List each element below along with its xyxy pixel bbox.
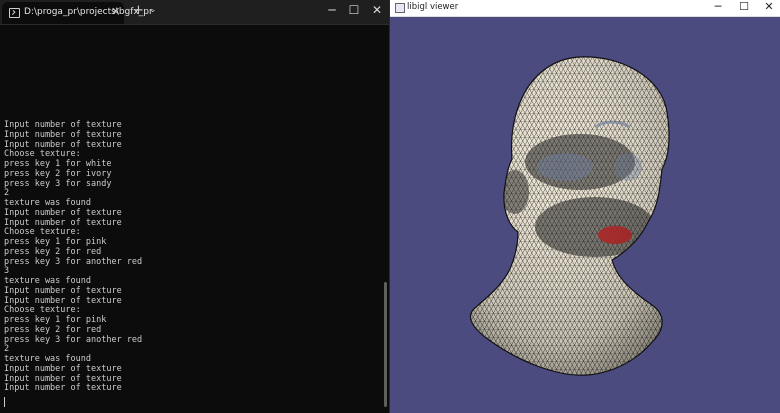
window-title: libigl viewer <box>407 2 459 12</box>
libigl-viewer-window: libigl viewer ─ ☐ ✕ <box>389 0 780 413</box>
chevron-down-icon[interactable]: ⌄ <box>149 5 157 15</box>
maximize-button[interactable]: ☐ <box>737 0 751 13</box>
minimize-button[interactable]: ─ <box>711 0 725 13</box>
terminal-window: D:\proga_pr\projects\bgfx_pr ✕ + ⌄ ─ ☐ ✕… <box>0 0 389 413</box>
maximize-button[interactable]: ☐ <box>347 3 361 17</box>
close-button[interactable]: ✕ <box>762 0 776 13</box>
minimize-button[interactable]: ─ <box>325 3 339 17</box>
terminal-line: press key 3 for another red <box>4 256 143 267</box>
viewer-titlebar[interactable]: libigl viewer ─ ☐ ✕ <box>390 0 780 17</box>
scrollbar[interactable] <box>384 282 387 407</box>
new-tab-button[interactable]: + <box>133 3 144 18</box>
terminal-line: press key 3 for sandy <box>4 178 112 189</box>
terminal-line: Input number of texture <box>4 383 122 394</box>
terminal-output[interactable]: Input number of texture Input number of t… <box>4 120 384 394</box>
text-cursor <box>4 397 5 407</box>
tab-close-icon[interactable]: ✕ <box>111 5 120 18</box>
terminal-line: press key 3 for another red <box>4 334 143 345</box>
head-mesh <box>470 56 670 376</box>
terminal-icon <box>9 8 20 18</box>
close-button[interactable]: ✕ <box>370 3 384 17</box>
terminal-titlebar[interactable]: D:\proga_pr\projects\bgfx_pr ✕ + ⌄ ─ ☐ ✕ <box>0 0 389 25</box>
terminal-tab[interactable]: D:\proga_pr\projects\bgfx_pr ✕ <box>2 2 153 24</box>
3d-viewport[interactable] <box>390 17 780 413</box>
app-icon <box>395 3 405 13</box>
